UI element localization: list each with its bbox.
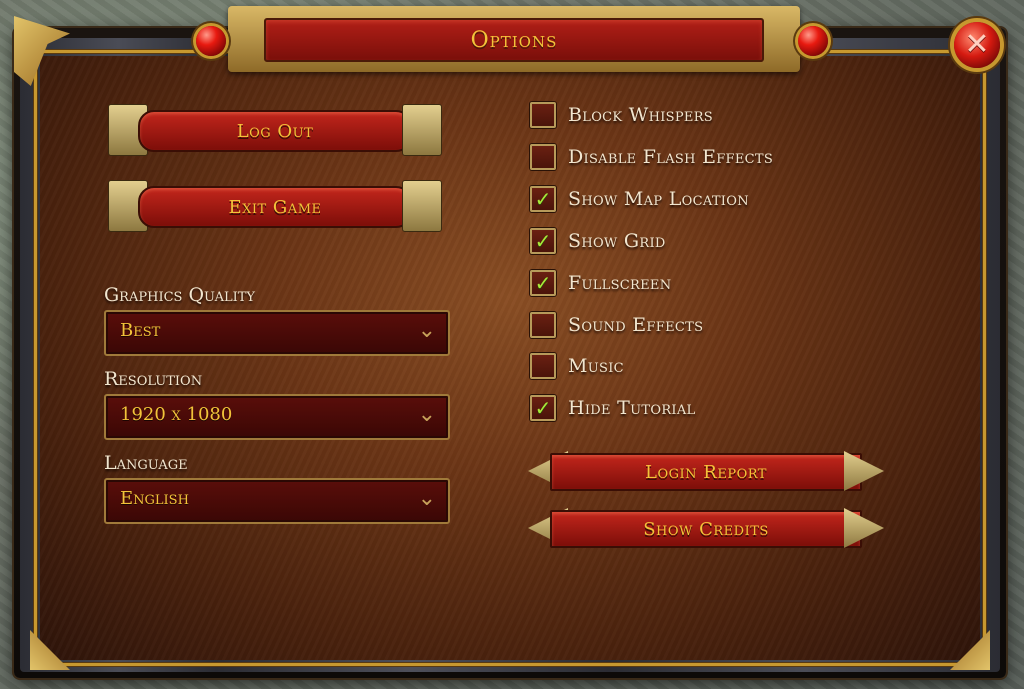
resolution-label: Resolution bbox=[104, 368, 203, 390]
checkbox-label: Fullscreen bbox=[568, 272, 672, 294]
login-report-label: Login Report bbox=[645, 461, 767, 483]
button-tip-right bbox=[844, 451, 884, 491]
checkbox[interactable]: ✓ bbox=[530, 186, 556, 212]
title-plate: Options bbox=[264, 18, 764, 62]
checkbox-label: Show Map Location bbox=[568, 188, 749, 210]
checkbox-row-fullscreen[interactable]: ✓ Fullscreen bbox=[530, 268, 671, 298]
button-bar: Show Credits bbox=[550, 510, 862, 548]
ruby-gem-right bbox=[798, 26, 828, 56]
resolution-select[interactable]: 1920 x 1080 ⌄ bbox=[104, 394, 450, 440]
show-credits-label: Show Credits bbox=[643, 518, 769, 540]
checkbox-label: Disable Flash Effects bbox=[568, 146, 774, 168]
graphics-quality-select[interactable]: Best ⌄ bbox=[104, 310, 450, 356]
checkbox-row-hide-tutorial[interactable]: ✓ Hide Tutorial bbox=[530, 393, 695, 423]
button-bar: Exit Game bbox=[138, 186, 412, 228]
ruby-gem-left bbox=[196, 26, 226, 56]
title-banner: Options bbox=[228, 6, 800, 72]
chevron-down-icon: ⌄ bbox=[417, 318, 436, 343]
checkbox-row-disable-flash-effects[interactable]: Disable Flash Effects bbox=[530, 142, 773, 172]
checkbox-row-show-grid[interactable]: ✓ Show Grid bbox=[530, 226, 666, 256]
exit-game-button[interactable]: Exit Game bbox=[108, 180, 442, 232]
checkbox-row-music[interactable]: Music bbox=[530, 351, 624, 381]
dialog-title: Options bbox=[470, 27, 558, 53]
checkbox-label: Hide Tutorial bbox=[568, 397, 696, 419]
button-bar: Log Out bbox=[138, 110, 412, 152]
language-value: English bbox=[120, 488, 189, 509]
close-button[interactable]: ✕ bbox=[954, 22, 1000, 68]
checkbox[interactable] bbox=[530, 102, 556, 128]
logout-label: Log Out bbox=[236, 120, 314, 142]
show-credits-button[interactable]: Show Credits bbox=[528, 508, 884, 548]
button-cap-right bbox=[402, 180, 442, 232]
graphics-quality-value: Best bbox=[120, 320, 161, 341]
chevron-down-icon: ⌄ bbox=[417, 486, 436, 511]
logout-button[interactable]: Log Out bbox=[108, 104, 442, 156]
checkmark-icon: ✓ bbox=[534, 271, 552, 295]
language-label: Language bbox=[104, 452, 188, 474]
close-icon: ✕ bbox=[964, 27, 990, 62]
button-cap-right bbox=[402, 104, 442, 156]
checkbox-label: Sound Effects bbox=[568, 314, 704, 336]
checkbox[interactable]: ✓ bbox=[530, 270, 556, 296]
checkbox[interactable] bbox=[530, 312, 556, 338]
login-report-button[interactable]: Login Report bbox=[528, 451, 884, 491]
graphics-quality-label: Graphics Quality bbox=[104, 284, 256, 306]
checkbox[interactable]: ✓ bbox=[530, 228, 556, 254]
checkbox-label: Music bbox=[568, 355, 624, 377]
chevron-down-icon: ⌄ bbox=[417, 402, 436, 427]
button-tip-right bbox=[844, 508, 884, 548]
checkmark-icon: ✓ bbox=[534, 396, 552, 420]
exit-game-label: Exit Game bbox=[228, 196, 322, 218]
checkmark-icon: ✓ bbox=[534, 187, 552, 211]
checkbox[interactable] bbox=[530, 144, 556, 170]
checkbox-row-show-map-location[interactable]: ✓ Show Map Location bbox=[530, 184, 749, 214]
checkmark-icon: ✓ bbox=[534, 229, 552, 253]
language-select[interactable]: English ⌄ bbox=[104, 478, 450, 524]
checkbox[interactable]: ✓ bbox=[530, 395, 556, 421]
checkbox-label: Show Grid bbox=[568, 230, 666, 252]
checkbox-row-sound-effects[interactable]: Sound Effects bbox=[530, 310, 703, 340]
checkbox-label: Block Whispers bbox=[568, 104, 713, 126]
button-bar: Login Report bbox=[550, 453, 862, 491]
resolution-value: 1920 x 1080 bbox=[120, 404, 233, 425]
checkbox-row-block-whispers[interactable]: Block Whispers bbox=[530, 100, 713, 130]
checkbox[interactable] bbox=[530, 353, 556, 379]
